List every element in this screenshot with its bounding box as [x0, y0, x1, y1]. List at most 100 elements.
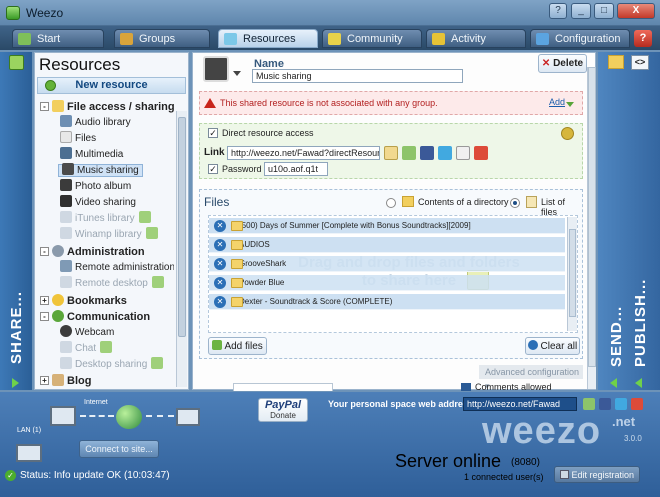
tree-group-file-access[interactable]: - File access / sharing — [38, 99, 174, 115]
expand-toggle[interactable]: + — [40, 376, 49, 385]
send-expand-arrow-icon[interactable] — [610, 378, 617, 388]
password-input[interactable]: u10o.aof.q1t — [264, 162, 328, 176]
link-input[interactable]: http://weezo.net/Fawad?directResour — [227, 146, 380, 160]
files-scroll-thumb[interactable] — [569, 229, 576, 317]
collapse-toggle[interactable]: - — [40, 102, 49, 111]
delete-button[interactable]: ✕ Delete — [538, 54, 587, 73]
detail-scroll-thumb[interactable] — [588, 67, 596, 367]
tree-item-files[interactable]: Files — [60, 131, 96, 147]
tree-item-webcam[interactable]: Webcam — [60, 325, 114, 341]
twitter-icon[interactable] — [438, 146, 452, 160]
tree-item-itunes-library[interactable]: iTunes library — [60, 211, 154, 227]
radio-contents-directory[interactable] — [386, 198, 396, 208]
file-row[interactable]: ✕ Dexter - Soundtrack & Score (COMPLETE) — [209, 294, 565, 310]
add-files-button[interactable]: Add files — [208, 337, 267, 355]
direct-access-checkbox[interactable]: ✓ — [208, 128, 218, 138]
paypal-donate-button[interactable]: PayPal Donate — [258, 398, 308, 422]
radio-list-of-files[interactable] — [510, 198, 520, 208]
twitter-icon[interactable] — [615, 398, 627, 410]
tree-group-communication[interactable]: - Communication — [38, 309, 150, 325]
settings-gear-icon[interactable] — [561, 127, 574, 140]
close-button[interactable]: X — [617, 3, 655, 19]
resource-type-icon[interactable] — [203, 56, 229, 82]
tree-item-music-sharing[interactable]: Music sharing — [58, 163, 143, 179]
send-label[interactable]: SEND... — [608, 306, 625, 367]
share-strip[interactable]: SHARE... — [0, 52, 32, 390]
collapse-toggle[interactable]: - — [40, 312, 49, 321]
tree-item-chat[interactable]: Chat — [60, 341, 115, 357]
remove-file-icon[interactable]: ✕ — [214, 239, 226, 251]
advanced-config-dropdown[interactable]: Advanced configuration ▾ — [479, 365, 583, 391]
tree-item-remote-desktop[interactable]: Remote desktop — [60, 276, 167, 292]
tab-configuration[interactable]: Configuration — [530, 29, 630, 48]
file-row[interactable]: ✕ Powder Blue — [209, 275, 565, 291]
detail-scrollbar[interactable] — [587, 67, 596, 389]
expand-toggle[interactable]: + — [40, 296, 49, 305]
password-checkbox[interactable]: ✓ — [208, 164, 218, 174]
tree-scroll-thumb[interactable] — [178, 117, 186, 337]
connect-to-site-button[interactable]: Connect to site... — [79, 440, 159, 458]
facebook-icon[interactable] — [599, 398, 611, 410]
qrcode-icon[interactable] — [456, 146, 470, 160]
folder-icon — [231, 278, 243, 288]
add-arrow-icon[interactable] — [566, 102, 574, 107]
go-link-icon[interactable] — [402, 146, 416, 160]
tab-resources[interactable]: Resources — [218, 29, 318, 48]
publish-code-icon[interactable]: <> — [631, 55, 649, 70]
tree-item-winamp-library[interactable]: Winamp library — [60, 227, 161, 243]
send-folder-icon[interactable] — [608, 55, 624, 69]
edit-registration-button[interactable]: Edit registration — [554, 466, 640, 483]
new-resource-button[interactable]: New resource — [37, 77, 186, 94]
remove-file-icon[interactable]: ✕ — [214, 296, 226, 308]
tab-activity[interactable]: Activity — [426, 29, 526, 48]
copy-link-icon[interactable] — [384, 146, 398, 160]
tree-item-video-sharing[interactable]: Video sharing — [60, 195, 136, 211]
tree-item-multimedia[interactable]: Multimedia — [60, 147, 123, 163]
tree-item-desktop-sharing[interactable]: Desktop sharing — [60, 357, 166, 373]
tree-item-photo-album[interactable]: Photo album — [60, 179, 131, 195]
remove-file-icon[interactable]: ✕ — [214, 220, 226, 232]
tree-item-audio-library[interactable]: Audio library — [60, 115, 131, 131]
edit-icon — [559, 470, 569, 479]
google-plus-icon[interactable] — [631, 398, 643, 410]
chevron-down-icon[interactable] — [233, 71, 241, 76]
publish-label[interactable]: PUBLISH... — [632, 279, 649, 367]
tree-scrollbar[interactable] — [176, 111, 187, 387]
collapse-toggle[interactable]: - — [40, 247, 49, 256]
remove-file-icon[interactable]: ✕ — [214, 277, 226, 289]
tree-item-remote-administration[interactable]: Remote administration — [60, 260, 174, 276]
web-address-input[interactable]: http://weezo.net/Fawad — [463, 397, 577, 411]
file-row[interactable]: ✕ (500) Days of Summer [Complete with Bon… — [209, 218, 565, 234]
add-group-link[interactable]: Add — [549, 97, 565, 107]
facebook-icon[interactable] — [420, 146, 434, 160]
open-address-icon[interactable] — [583, 398, 595, 410]
tab-start[interactable]: Start — [12, 29, 104, 48]
files-scrollbar[interactable] — [567, 217, 577, 331]
tree-group-blog[interactable]: + Blog — [38, 373, 91, 387]
maximize-button[interactable]: □ — [594, 3, 614, 19]
comments-checkbox[interactable] — [461, 383, 471, 391]
file-row[interactable]: ✕ AUDIOS — [209, 237, 565, 253]
clear-all-button[interactable]: Clear all — [525, 337, 580, 355]
partial-input[interactable] — [233, 383, 333, 391]
add-plugin-icon — [100, 341, 113, 353]
community-icon — [328, 33, 341, 45]
remove-file-icon[interactable]: ✕ — [214, 258, 226, 270]
tab-community[interactable]: Community — [322, 29, 422, 48]
help-button[interactable]: ? — [549, 3, 567, 19]
help-tab-icon[interactable]: ? — [634, 30, 652, 47]
files-list[interactable]: Drag and drop files and folders to share… — [208, 215, 578, 333]
lan-computer-icon — [16, 444, 42, 462]
tree-group-bookmarks[interactable]: + Bookmarks — [38, 293, 127, 309]
minimize-button[interactable]: _ — [571, 3, 591, 19]
resource-tree: - File access / sharing Audio library Fil… — [38, 99, 174, 387]
home-icon — [18, 33, 31, 45]
file-row[interactable]: ✕ GrooveShark — [209, 256, 565, 272]
google-plus-icon[interactable] — [474, 146, 488, 160]
publish-expand-arrow-icon[interactable] — [635, 378, 642, 388]
name-input[interactable]: Music sharing — [252, 69, 463, 83]
expand-arrow-icon[interactable] — [12, 378, 19, 388]
password-label: Password — [222, 164, 262, 174]
tree-group-administration[interactable]: - Administration — [38, 244, 145, 260]
tab-groups[interactable]: Groups — [114, 29, 210, 48]
